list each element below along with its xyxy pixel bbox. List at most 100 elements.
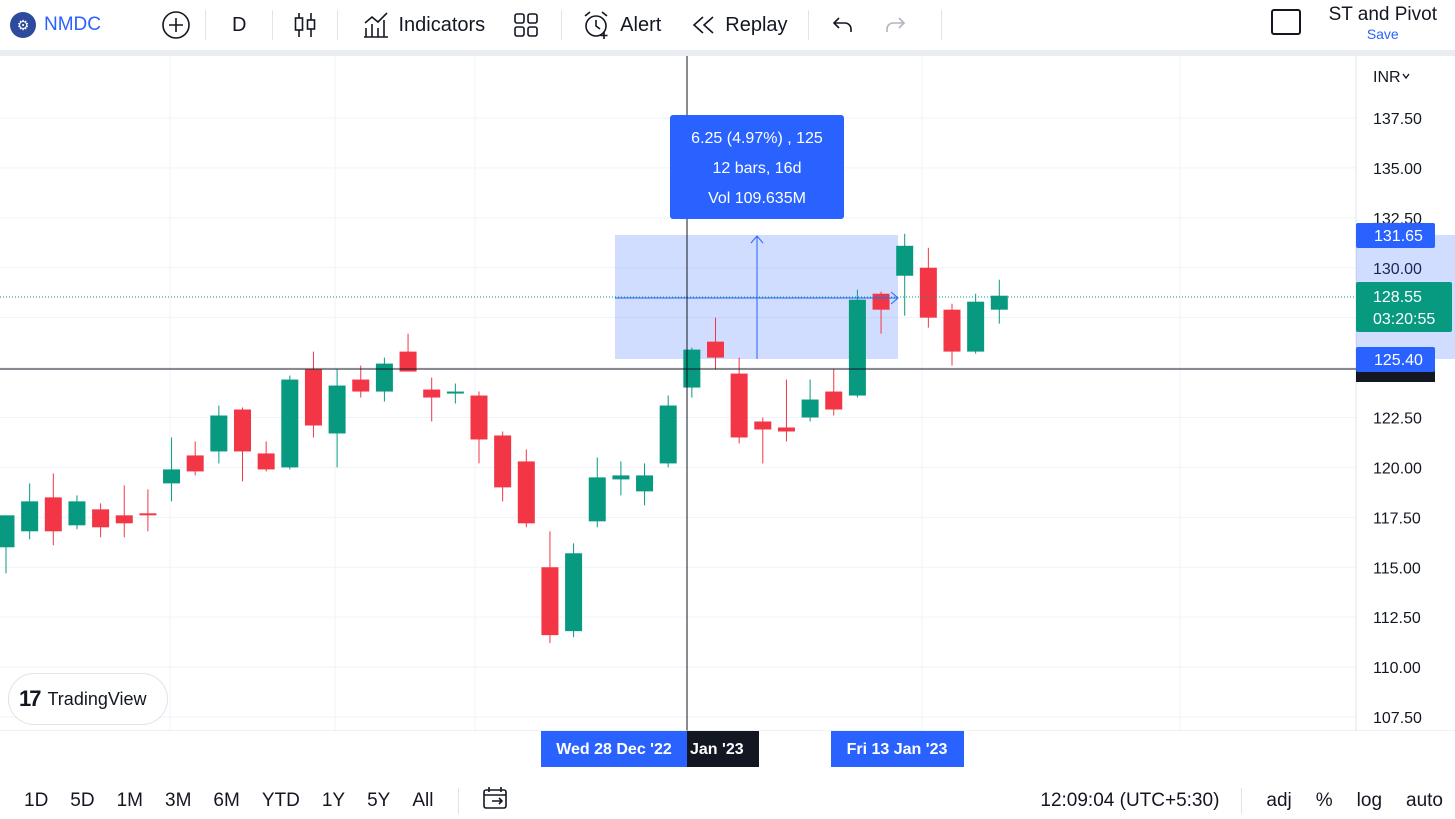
range-button-5y[interactable]: 5Y <box>356 790 401 812</box>
price-ticks: 137.50135.00132.50130.00127.50125.00122.… <box>1373 111 1422 727</box>
candle <box>210 405 228 464</box>
range-button-1d[interactable]: 1D <box>13 790 59 812</box>
candle-body <box>777 427 795 432</box>
candle-body <box>139 513 157 516</box>
candle <box>565 543 583 638</box>
chart-canvas[interactable]: INR 137.50135.00132.50130.00127.50125.00… <box>0 56 1455 771</box>
candle-body <box>636 475 654 492</box>
measure-bars: 12 bars, 16d <box>713 160 802 177</box>
candle-body <box>541 567 559 636</box>
layout-name-block[interactable]: ST and Pivot Save <box>1329 4 1437 42</box>
candle-body <box>115 515 133 524</box>
redo-button[interactable] <box>869 0 921 50</box>
range-button-3m[interactable]: 3M <box>154 790 202 812</box>
candle <box>92 503 110 538</box>
interval-button[interactable]: D <box>210 0 268 50</box>
candle <box>234 407 251 482</box>
price-axis: INR 137.50135.00132.50130.00127.50125.00… <box>1356 69 1455 727</box>
top-toolbar: ⚙ NMDC D Indicators Alert Replay ST and … <box>0 0 1455 50</box>
symbol-search-button[interactable]: ⚙ NMDC <box>0 0 111 50</box>
price-tick-label: 122.50 <box>1373 411 1422 428</box>
price-tick-label: 137.50 <box>1373 111 1422 128</box>
price-tick-label: 135.00 <box>1373 161 1422 178</box>
percent-toggle[interactable]: % <box>1304 790 1345 812</box>
interval-label: D <box>232 13 247 36</box>
replay-icon <box>693 16 714 34</box>
candle <box>352 365 370 398</box>
candle-body <box>943 309 961 352</box>
goto-date-button[interactable] <box>471 786 521 816</box>
candle-body <box>234 409 251 452</box>
compare-add-button[interactable] <box>151 0 201 50</box>
candle-body <box>92 509 110 528</box>
candle-body <box>304 369 322 426</box>
candle <box>21 483 39 540</box>
candle <box>517 449 535 528</box>
clock-timezone[interactable]: 12:09:04 (UTC+5:30) <box>1028 790 1229 812</box>
candle-body <box>517 461 535 524</box>
price-tick-label: 120.00 <box>1373 460 1422 477</box>
candle-body <box>659 405 677 464</box>
indicators-button[interactable]: Indicators <box>342 0 495 50</box>
candle <box>612 461 630 496</box>
range-button-all[interactable]: All <box>401 790 444 812</box>
grid-icon <box>514 13 538 37</box>
measure-volume: Vol 109.635M <box>708 190 806 207</box>
layout-toggle-icon[interactable] <box>1271 9 1301 35</box>
end-date-label: Fri 13 Jan '23 <box>847 741 948 758</box>
candle <box>281 375 299 470</box>
candle-body <box>494 435 512 488</box>
candle <box>139 489 157 532</box>
countdown-label: 03:20:55 <box>1373 311 1435 328</box>
chart-pane[interactable]: INR 137.50135.00132.50130.00127.50125.00… <box>0 56 1455 771</box>
candle <box>375 357 393 402</box>
alert-button[interactable]: Alert <box>566 0 675 50</box>
undo-icon <box>832 17 852 32</box>
candle-body <box>754 421 772 430</box>
price-tick-label: 117.50 <box>1373 510 1421 527</box>
candle <box>399 333 417 372</box>
templates-button[interactable] <box>495 0 557 50</box>
candle-body <box>470 395 488 440</box>
candle-body <box>565 553 583 632</box>
candle <box>541 531 559 644</box>
alert-label: Alert <box>620 13 662 36</box>
date-range-buttons: 1D 5D 1M 3M 6M YTD 1Y 5Y All <box>0 790 444 812</box>
candle-body <box>588 477 606 522</box>
chart-type-button[interactable] <box>277 0 333 50</box>
candle-body <box>872 293 890 310</box>
auto-toggle[interactable]: auto <box>1394 790 1455 812</box>
candle-body <box>21 501 39 532</box>
range-button-1y[interactable]: 1Y <box>311 790 356 812</box>
candle-body <box>68 501 86 526</box>
undo-button[interactable] <box>813 0 869 50</box>
candle-body <box>919 267 937 318</box>
candle <box>257 441 275 472</box>
candle-body <box>210 415 228 452</box>
candle-body <box>186 455 204 472</box>
candle <box>0 515 15 574</box>
start-date-label: Wed 28 Dec '22 <box>556 741 672 758</box>
candle <box>848 289 866 398</box>
candles-icon <box>295 13 316 37</box>
candle <box>896 233 914 316</box>
candle-body <box>0 515 15 548</box>
replay-button[interactable]: Replay <box>675 0 803 50</box>
log-toggle[interactable]: log <box>1345 790 1394 812</box>
save-button[interactable]: Save <box>1329 26 1437 42</box>
calendar-goto-icon <box>483 787 508 809</box>
candle <box>44 473 62 546</box>
measure-change: 6.25 (4.97%) , 125 <box>691 130 823 147</box>
candle <box>163 437 181 502</box>
adj-toggle[interactable]: adj <box>1254 790 1303 812</box>
candle-body <box>423 389 441 398</box>
range-button-ytd[interactable]: YTD <box>251 790 311 812</box>
range-button-1m[interactable]: 1M <box>106 790 154 812</box>
candle-body <box>825 391 843 410</box>
candle-body <box>730 373 748 438</box>
symbol-label: NMDC <box>44 14 101 35</box>
range-button-5d[interactable]: 5D <box>59 790 105 812</box>
range-button-6m[interactable]: 6M <box>202 790 250 812</box>
tradingview-logo[interactable]: 17 TradingView <box>9 674 167 724</box>
candle <box>967 293 985 354</box>
